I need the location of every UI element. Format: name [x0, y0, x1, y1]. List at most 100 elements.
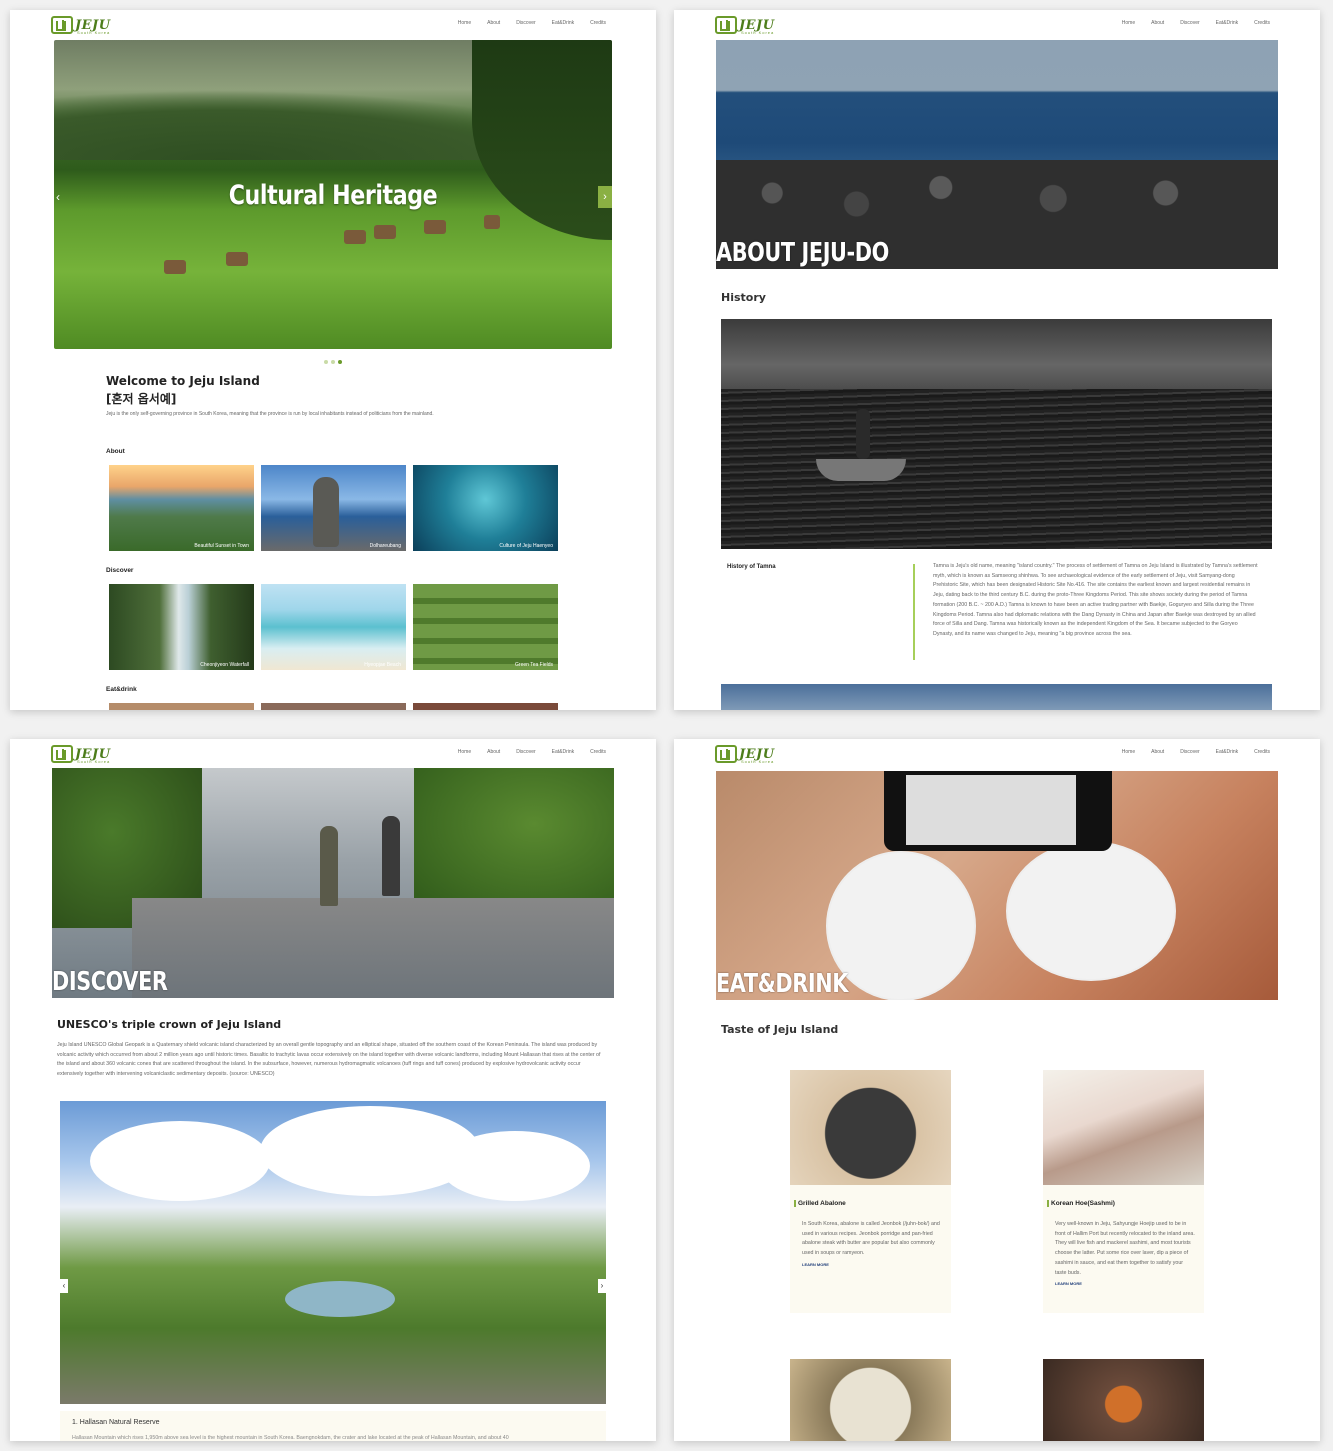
header: JEJU South Korea Home About Discover Eat…: [674, 10, 1320, 38]
nav-menu: Home About Discover Eat&Drink Credits: [458, 749, 606, 755]
boat: [816, 459, 906, 481]
nav-home[interactable]: Home: [458, 749, 471, 755]
eat-tile[interactable]: [413, 703, 558, 710]
about-page: JEJU South Korea Home About Discover Eat…: [674, 10, 1320, 710]
tile-caption: Culture of Jeju Haenyeo: [499, 543, 553, 549]
nav-eat-drink[interactable]: Eat&Drink: [1216, 749, 1239, 755]
carousel-prev-icon[interactable]: ‹: [56, 190, 60, 204]
discover-tile[interactable]: Cheonjiyeon Waterfall: [109, 584, 254, 670]
carousel-next-icon[interactable]: ›: [598, 1279, 606, 1293]
cloud: [90, 1121, 270, 1201]
carousel-prev-icon[interactable]: ‹: [60, 1279, 68, 1293]
logo[interactable]: JEJU South Korea: [715, 15, 775, 35]
logo-subtitle: South Korea: [77, 759, 111, 764]
carousel-next-icon[interactable]: ›: [598, 186, 612, 208]
tamna-heading: History of Tamna: [727, 564, 776, 570]
logo-subtitle: South Korea: [741, 759, 775, 764]
nav-about[interactable]: About: [1151, 20, 1164, 26]
logo[interactable]: JEJU South Korea: [715, 744, 775, 764]
about-hero-image: [716, 40, 1278, 269]
nav-menu: Home About Discover Eat&Drink Credits: [458, 20, 606, 26]
nav-discover[interactable]: Discover: [1180, 749, 1199, 755]
smartphone: [884, 771, 1112, 851]
nav-eat-drink[interactable]: Eat&Drink: [552, 749, 575, 755]
eat-hero-image: [716, 771, 1278, 1000]
boatman: [856, 409, 870, 459]
nav-credits[interactable]: Credits: [1254, 20, 1270, 26]
nav-about[interactable]: About: [487, 749, 500, 755]
about-tile[interactable]: Culture of Jeju Haenyeo: [413, 465, 558, 551]
nav-home[interactable]: Home: [1122, 20, 1135, 26]
nav-credits[interactable]: Credits: [590, 749, 606, 755]
nav-about[interactable]: About: [487, 20, 500, 26]
eat-drink-page: JEJU South Korea Home About Discover Eat…: [674, 739, 1320, 1441]
nav-eat-drink[interactable]: Eat&Drink: [1216, 20, 1239, 26]
taste-heading: Taste of Jeju Island: [721, 1023, 839, 1036]
horse-figure: [484, 215, 500, 229]
discover-hero-title: DISCOVER: [52, 967, 168, 997]
food-plate: [1006, 841, 1176, 981]
horse-figure: [164, 260, 186, 274]
nav-home[interactable]: Home: [458, 20, 471, 26]
phone-screen: [906, 775, 1076, 845]
tile-caption: Green Tea Fields: [515, 662, 553, 668]
water: [721, 389, 1272, 549]
nav-home[interactable]: Home: [1122, 749, 1135, 755]
home-page: JEJU South Korea Home About Discover Eat…: [10, 10, 656, 710]
logo[interactable]: JEJU South Korea: [51, 744, 111, 764]
nav-credits[interactable]: Credits: [590, 20, 606, 26]
learn-more-link[interactable]: LEARN MORE: [802, 1260, 942, 1270]
eat-tile[interactable]: [109, 703, 254, 710]
logo-icon: [51, 16, 73, 34]
food-card: [790, 1359, 951, 1441]
sashimi-image: [1043, 1070, 1204, 1185]
discover-tile[interactable]: Green Tea Fields: [413, 584, 558, 670]
tile-caption: Beautiful Sunset in Town: [194, 543, 249, 549]
discover-section-label: Discover: [106, 567, 134, 574]
carousel-dot[interactable]: [331, 360, 335, 364]
nav-discover[interactable]: Discover: [1180, 20, 1199, 26]
nav-menu: Home About Discover Eat&Drink Credits: [1122, 749, 1270, 755]
horse-figure: [374, 225, 396, 239]
dolhareubang-statue: [313, 477, 339, 547]
nav-about[interactable]: About: [1151, 749, 1164, 755]
food-card-title: Korean Hoe(Sashmi): [1047, 1200, 1115, 1207]
food-card: [1043, 1359, 1204, 1441]
logo-icon: [51, 745, 73, 763]
carousel-dot[interactable]: [324, 360, 328, 364]
carousel-dot-active[interactable]: [338, 360, 342, 364]
walking-person: [320, 826, 338, 906]
learn-more-link[interactable]: LEARN MORE: [1055, 1279, 1195, 1289]
tamna-description: Tamna is Jeju's old name, meaning "islan…: [933, 563, 1258, 637]
header: JEJU South Korea Home About Discover Eat…: [10, 10, 656, 38]
tile-caption: Hyeopjae Beach: [364, 662, 401, 668]
nav-eat-drink[interactable]: Eat&Drink: [552, 20, 575, 26]
discover-tile[interactable]: Hyeopjae Beach: [261, 584, 406, 670]
food-card-text: Very well-known in Jeju, Sahyungje Hoeji…: [1055, 1221, 1195, 1276]
header: JEJU South Korea Home About Discover Eat…: [674, 739, 1320, 767]
welcome-description: Jeju is the only self-governing province…: [106, 411, 434, 417]
about-hero-title: ABOUT JEJU-DO: [716, 238, 889, 268]
eat-hero-title: EAT&DRINK: [716, 969, 848, 999]
tile-caption: Cheonjiyeon Waterfall: [200, 662, 249, 668]
nav-discover[interactable]: Discover: [516, 749, 535, 755]
logo[interactable]: JEJU South Korea: [51, 15, 111, 35]
logo-icon: [715, 745, 737, 763]
carousel-indicators: [324, 360, 342, 364]
about-section-label: About: [106, 448, 125, 455]
nav-credits[interactable]: Credits: [1254, 749, 1270, 755]
reserve-description: Hallasan Mountain which rises 1,950m abo…: [72, 1435, 509, 1441]
history-image: [721, 319, 1272, 549]
porridge-image: [790, 1359, 951, 1441]
road: [132, 898, 614, 998]
about-tile[interactable]: Beautiful Sunset in Town: [109, 465, 254, 551]
eat-tile[interactable]: [261, 703, 406, 710]
nav-discover[interactable]: Discover: [516, 20, 535, 26]
history-heading: History: [721, 291, 766, 304]
food-card: Grilled Abalone In South Korea, abalone …: [790, 1070, 951, 1313]
about-tile[interactable]: Dolhareubang: [261, 465, 406, 551]
discover-hero-image: [52, 768, 614, 998]
abalone-image: [790, 1070, 951, 1185]
crater-lake: [285, 1281, 395, 1317]
bbq-image: [1043, 1359, 1204, 1441]
